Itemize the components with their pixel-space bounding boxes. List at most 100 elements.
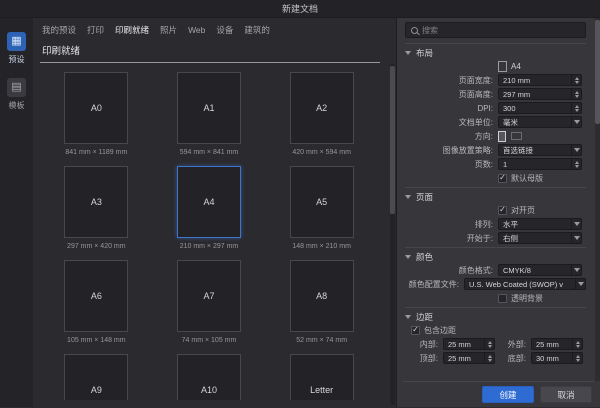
create-button[interactable]: 创建 xyxy=(482,386,534,403)
section-header-margins[interactable]: 边距 xyxy=(403,311,594,323)
preset-card-a9[interactable]: A9 xyxy=(40,349,153,400)
facing-pages-checkbox[interactable]: 对开页 xyxy=(498,205,586,216)
transparent-bg-checkbox[interactable]: 透明背景 xyxy=(498,293,586,304)
main-scrollbar[interactable] xyxy=(390,64,395,405)
stepper-up-icon[interactable] xyxy=(574,76,579,80)
chevron-down-icon xyxy=(405,51,411,55)
tab-architectural[interactable]: 建筑的 xyxy=(244,24,270,36)
stepper-up-icon[interactable] xyxy=(575,354,580,358)
stepper-icon[interactable] xyxy=(571,159,581,169)
tab-web[interactable]: Web xyxy=(188,25,205,35)
divider xyxy=(405,307,586,308)
rail-item-presets[interactable]: ▦ 预设 xyxy=(7,32,26,65)
preset-card-a6[interactable]: A6 105 mm × 148 mm xyxy=(40,255,153,349)
main-scrollbar-thumb[interactable] xyxy=(390,66,395,214)
stepper-icon[interactable] xyxy=(484,339,494,349)
stepper-down-icon[interactable] xyxy=(487,358,492,362)
color-profile-label: 颜色配置文件: xyxy=(408,279,459,289)
section-label-layout: 布局 xyxy=(416,48,434,58)
image-placement-select[interactable]: 首选链接 xyxy=(498,144,582,156)
dropdown-arrow-icon[interactable] xyxy=(571,145,581,155)
stepper-down-icon[interactable] xyxy=(575,358,580,362)
color-format-select[interactable]: CMYK/8 xyxy=(498,264,582,276)
tab-devices[interactable]: 设备 xyxy=(216,24,233,36)
stepper-icon[interactable] xyxy=(571,103,581,113)
preset-card-a0[interactable]: A0 841 mm × 1189 mm xyxy=(40,67,153,161)
document-units-select[interactable]: 毫米 xyxy=(498,116,582,128)
stepper-down-icon[interactable] xyxy=(574,80,579,84)
preset-card-a7[interactable]: A7 74 mm × 105 mm xyxy=(153,255,266,349)
preset-card-a4[interactable]: A4 210 mm × 297 mm xyxy=(153,161,266,255)
stepper-up-icon[interactable] xyxy=(574,160,579,164)
cancel-button[interactable]: 取消 xyxy=(540,386,592,403)
default-master-checkbox[interactable]: 默认母版 xyxy=(498,173,586,184)
section-header-page[interactable]: 页面 xyxy=(403,191,594,203)
preset-card-a5[interactable]: A5 148 mm × 210 mm xyxy=(265,161,378,255)
stepper-icon[interactable] xyxy=(571,75,581,85)
stepper-up-icon[interactable] xyxy=(574,104,579,108)
preset-card-a10[interactable]: A10 xyxy=(153,349,266,400)
facing-pages-row: 对开页 xyxy=(403,203,594,217)
tab-my-presets[interactable]: 我的预设 xyxy=(42,24,76,36)
panel-scrollbar[interactable] xyxy=(595,18,600,381)
tab-photo[interactable]: 照片 xyxy=(160,24,177,36)
dropdown-arrow-icon[interactable] xyxy=(571,233,581,243)
paper-preview: A9 xyxy=(64,354,129,400)
page-height-input[interactable]: 297 mm xyxy=(498,88,582,100)
tab-press-ready[interactable]: 印刷就绪 xyxy=(115,24,149,36)
top-margin-input[interactable]: 25 mm xyxy=(443,352,495,364)
tab-print[interactable]: 打印 xyxy=(87,24,104,36)
page-width-input[interactable]: 210 mm xyxy=(498,74,582,86)
color-format-row: 颜色格式: CMYK/8 xyxy=(403,263,594,277)
divider xyxy=(405,187,586,188)
dialog-body: ▦ 预设 ▤ 模板 我的预设 打印 印刷就绪 照片 Web 设备 建筑的 印刷就… xyxy=(0,18,600,407)
preset-badge[interactable]: A4 xyxy=(498,60,586,72)
margins-row-top-bottom: 顶部: 25 mm 底部: 30 mm xyxy=(403,351,594,365)
dpi-input[interactable]: 300 xyxy=(498,102,582,114)
bottom-margin-input[interactable]: 30 mm xyxy=(531,352,583,364)
arrange-select[interactable]: 水平 xyxy=(498,218,582,230)
stepper-up-icon[interactable] xyxy=(487,340,492,344)
stepper-down-icon[interactable] xyxy=(574,164,579,168)
panel-scrollbar-thumb[interactable] xyxy=(595,20,600,124)
stepper-up-icon[interactable] xyxy=(574,90,579,94)
preset-card-a3[interactable]: A3 297 mm × 420 mm xyxy=(40,161,153,255)
settings-panel: 布局 A4 页面宽度: 210 mm 页面高度: 297 mm xyxy=(396,18,600,407)
stepper-down-icon[interactable] xyxy=(487,344,492,348)
include-margins-checkbox[interactable]: 包含边距 xyxy=(403,323,594,337)
stepper-down-icon[interactable] xyxy=(574,94,579,98)
preset-card-a8[interactable]: A8 52 mm × 74 mm xyxy=(265,255,378,349)
landscape-orientation-icon[interactable] xyxy=(511,132,522,140)
search-input[interactable] xyxy=(422,25,580,35)
section-header-layout[interactable]: 布局 xyxy=(403,47,594,59)
outer-margin-input[interactable]: 25 mm xyxy=(531,338,583,350)
dropdown-arrow-icon[interactable] xyxy=(575,279,585,289)
preset-card-a1[interactable]: A1 594 mm × 841 mm xyxy=(153,67,266,161)
chevron-down-icon xyxy=(405,195,411,199)
stepper-up-icon[interactable] xyxy=(487,354,492,358)
checkbox-icon xyxy=(498,205,507,215)
stepper-icon[interactable] xyxy=(571,89,581,99)
presets-main-area: 我的预设 打印 印刷就绪 照片 Web 设备 建筑的 印刷就绪 A0 841 m… xyxy=(33,18,396,407)
color-profile-select[interactable]: U.S. Web Coated (SWOP) v xyxy=(464,278,586,290)
stepper-down-icon[interactable] xyxy=(575,344,580,348)
portrait-orientation-icon[interactable] xyxy=(498,130,506,142)
stepper-icon[interactable] xyxy=(484,353,494,363)
preset-card-a2[interactable]: A2 420 mm × 594 mm xyxy=(265,67,378,161)
dropdown-arrow-icon[interactable] xyxy=(571,265,581,275)
inner-margin-input[interactable]: 25 mm xyxy=(443,338,495,350)
stepper-down-icon[interactable] xyxy=(574,108,579,112)
dropdown-arrow-icon[interactable] xyxy=(571,117,581,127)
stepper-icon[interactable] xyxy=(572,353,582,363)
preset-card-letter[interactable]: Letter xyxy=(265,349,378,400)
dropdown-arrow-icon[interactable] xyxy=(571,219,581,229)
section-header-color[interactable]: 颜色 xyxy=(403,251,594,263)
color-profile-row: 颜色配置文件: U.S. Web Coated (SWOP) v xyxy=(403,277,594,291)
start-on-select[interactable]: 右侧 xyxy=(498,232,582,244)
stepper-icon[interactable] xyxy=(572,339,582,349)
page-count-input[interactable]: 1 xyxy=(498,158,582,170)
stepper-up-icon[interactable] xyxy=(575,340,580,344)
dialog-titlebar: 新建文档 xyxy=(0,0,600,18)
search-box[interactable] xyxy=(405,22,586,38)
rail-item-templates[interactable]: ▤ 模板 xyxy=(7,78,26,111)
